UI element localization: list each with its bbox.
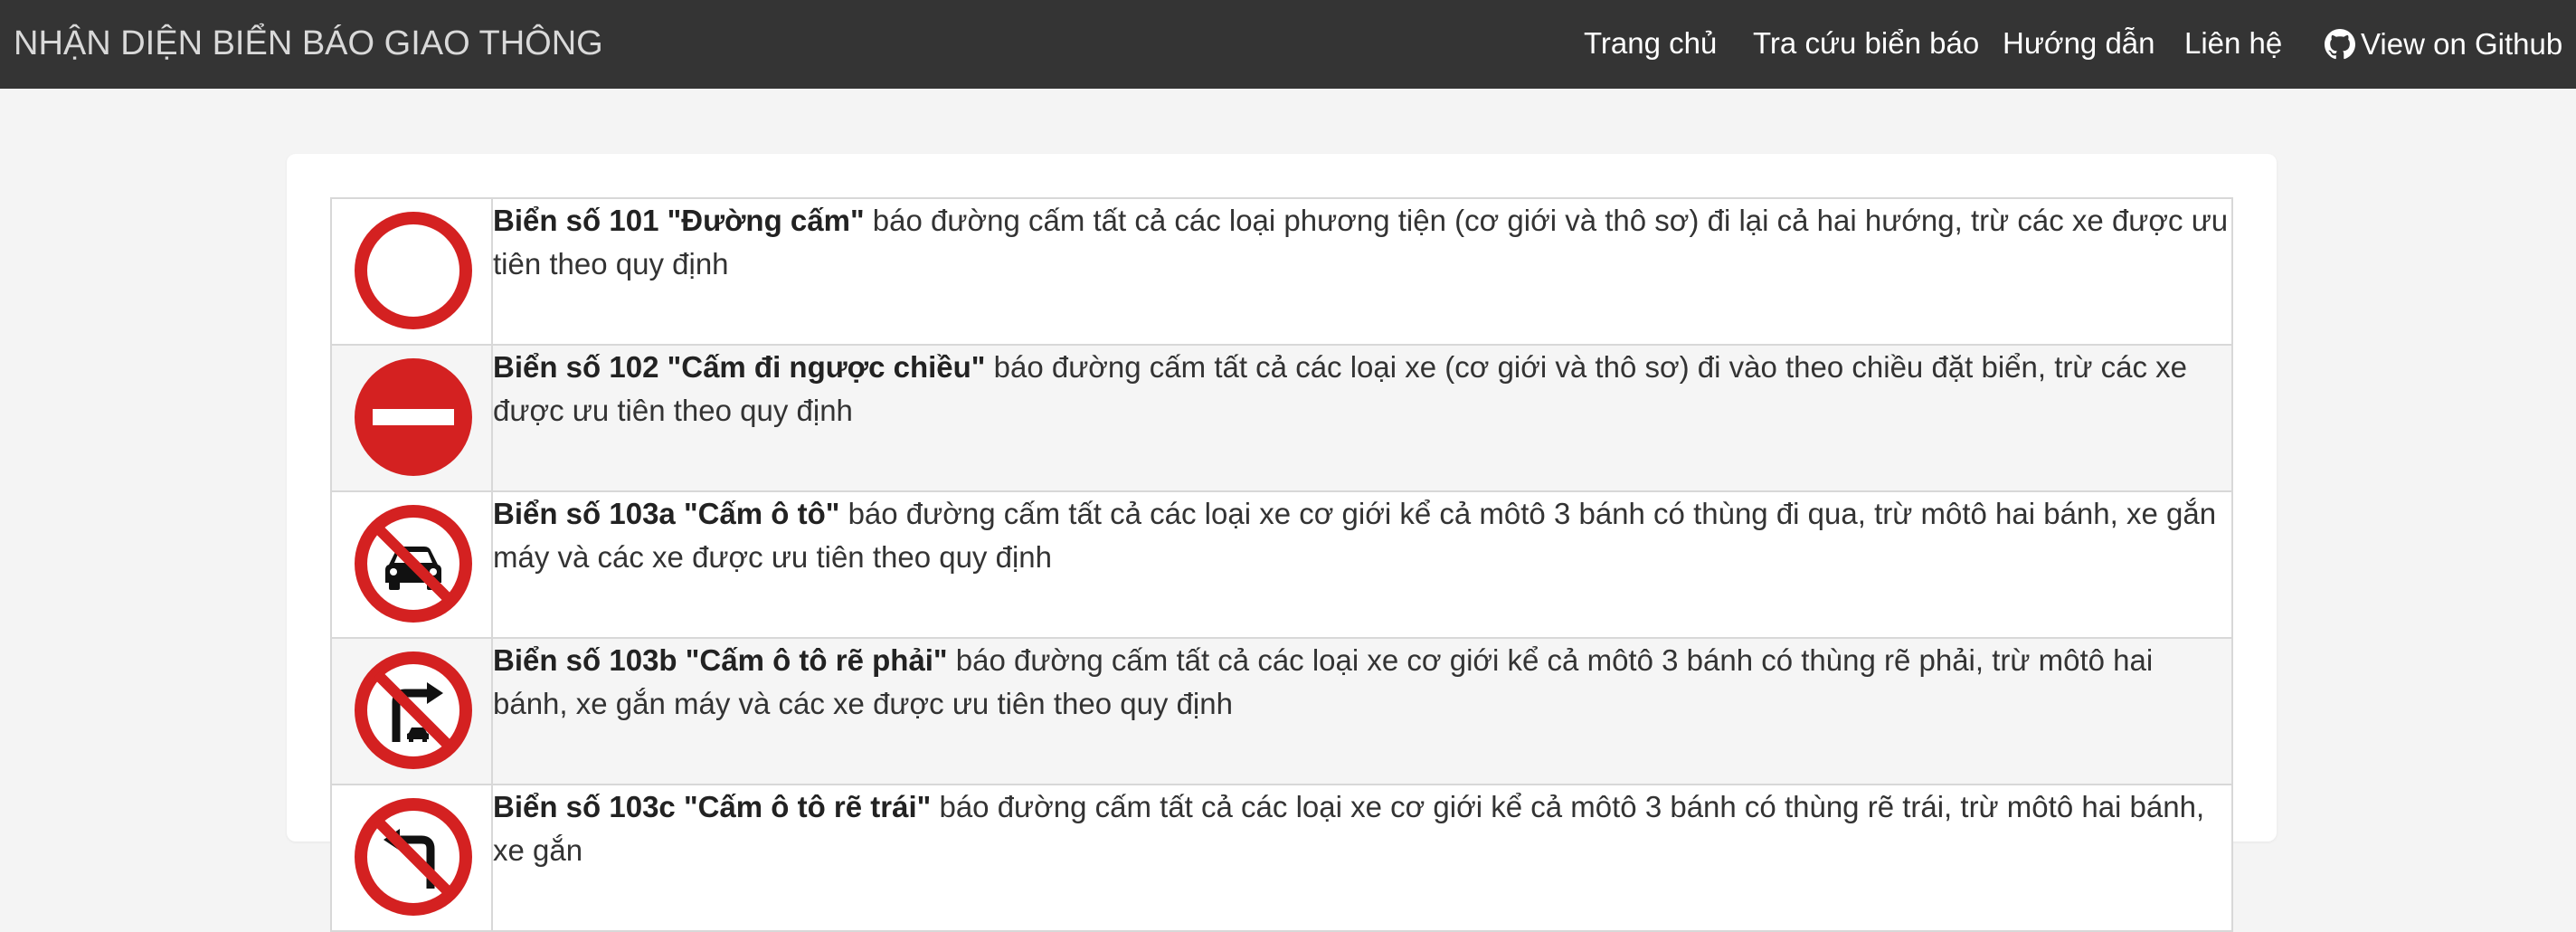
sign-description-cell: Biển số 103a "Cấm ô tô" báo đường cấm tấ… [491, 490, 2233, 639]
sign-description-cell: Biển số 102 "Cấm đi ngược chiều" báo đườ… [491, 344, 2233, 492]
sign-image-cell [330, 197, 493, 346]
sign-description-cell: Biển số 103b "Cấm ô tô rẽ phải" báo đườn… [491, 637, 2233, 785]
sign-title: Biển số 103b "Cấm ô tô rẽ phải" [493, 643, 948, 677]
table-row: Biển số 101 "Đường cấm" báo đường cấm tấ… [330, 197, 2233, 346]
sign-title: Biển số 103a "Cấm ô tô" [493, 497, 840, 530]
sign-title: Biển số 101 "Đường cấm" [493, 204, 865, 237]
sign-image-cell [330, 490, 493, 639]
no-cars-left-turn-sign-icon [355, 798, 472, 916]
no-cars-right-turn-sign-icon [355, 651, 472, 769]
table-row: Biển số 102 "Cấm đi ngược chiều" báo đườ… [330, 344, 2233, 492]
github-icon [2325, 29, 2355, 60]
sign-image-cell [330, 637, 493, 785]
sign-image-cell [330, 344, 493, 492]
table-row: Biển số 103c "Cấm ô tô rẽ trái" báo đườn… [330, 784, 2233, 932]
top-navbar: NHẬN DIỆN BIỂN BÁO GIAO THÔNG Trang chủ … [0, 0, 2576, 89]
table-row: Biển số 103b "Cấm ô tô rẽ phải" báo đườn… [330, 637, 2233, 785]
sign-description-cell: Biển số 101 "Đường cấm" báo đường cấm tấ… [491, 197, 2233, 346]
nav-link-home[interactable]: Trang chủ [1584, 0, 1717, 89]
sign-table: Biển số 101 "Đường cấm" báo đường cấm tấ… [330, 197, 2233, 932]
nav-links: Trang chủ Tra cứu biển báo Hướng dẫn Liê… [0, 0, 2576, 89]
no-entry-sign-icon [355, 358, 472, 476]
sign-list-card: Biển số 101 "Đường cấm" báo đường cấm tấ… [287, 154, 2277, 932]
view-on-github-link[interactable]: View on Github [2325, 0, 2562, 89]
github-link-label: View on Github [2361, 27, 2563, 61]
no-cars-sign-icon [355, 505, 472, 623]
table-row: Biển số 103a "Cấm ô tô" báo đường cấm tấ… [330, 490, 2233, 639]
nav-link-guide[interactable]: Hướng dẫn [2003, 0, 2155, 89]
nav-link-sign-lookup[interactable]: Tra cứu biển báo [1753, 0, 1979, 89]
sign-image-cell [330, 784, 493, 932]
sign-description-cell: Biển số 103c "Cấm ô tô rẽ trái" báo đườn… [491, 784, 2233, 932]
sign-title: Biển số 103c "Cấm ô tô rẽ trái" [493, 790, 932, 823]
nav-link-contact[interactable]: Liên hệ [2184, 0, 2282, 89]
no-entry-both-ways-sign-icon [355, 212, 472, 329]
sign-title: Biển số 102 "Cấm đi ngược chiều" [493, 350, 986, 384]
